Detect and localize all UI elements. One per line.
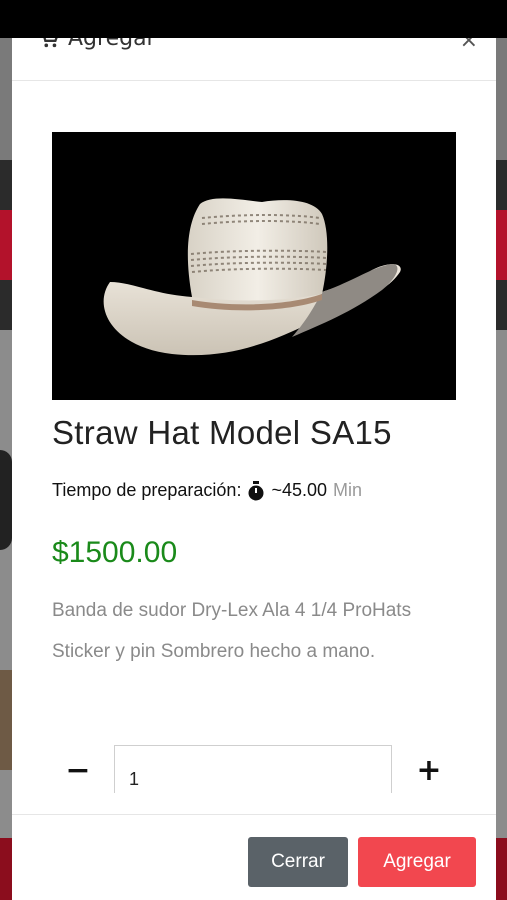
background-product-left-2 bbox=[0, 670, 12, 770]
plus-icon[interactable]: + bbox=[409, 750, 449, 790]
add-button[interactable]: Agregar bbox=[358, 837, 476, 887]
modal-title-text: Agregar bbox=[68, 38, 156, 51]
modal-footer: Cerrar Agregar bbox=[12, 814, 496, 900]
close-icon[interactable]: × bbox=[460, 38, 478, 53]
modal-title: Agregar bbox=[38, 38, 156, 51]
minus-icon[interactable]: − bbox=[58, 750, 98, 790]
status-bar bbox=[0, 0, 507, 38]
cart-icon bbox=[43, 38, 58, 47]
straw-hat-image bbox=[103, 198, 401, 356]
stopwatch-icon bbox=[248, 480, 264, 500]
background-banner-right-edge bbox=[496, 210, 507, 280]
product-price: $1500.00 bbox=[52, 536, 178, 569]
close-button[interactable]: Cerrar bbox=[248, 837, 348, 887]
product-description: Banda de sudor Dry-Lex Ala 4 1/4 ProHats… bbox=[52, 600, 412, 662]
preparation-time: Tiempo de preparación: ~45.00 Min bbox=[52, 480, 362, 501]
prep-unit: Min bbox=[333, 480, 363, 500]
add-to-cart-modal: Agregar × Straw Hat Model SA15 Tiempo de… bbox=[12, 38, 496, 900]
prep-label: Tiempo de preparación: bbox=[52, 480, 242, 500]
prep-value: ~45.00 bbox=[271, 480, 328, 500]
modal-header: Agregar × bbox=[12, 38, 496, 81]
product-image bbox=[52, 132, 456, 400]
quantity-input[interactable] bbox=[114, 745, 392, 793]
product-name: Straw Hat Model SA15 bbox=[52, 414, 392, 451]
background-product-left bbox=[0, 450, 12, 550]
